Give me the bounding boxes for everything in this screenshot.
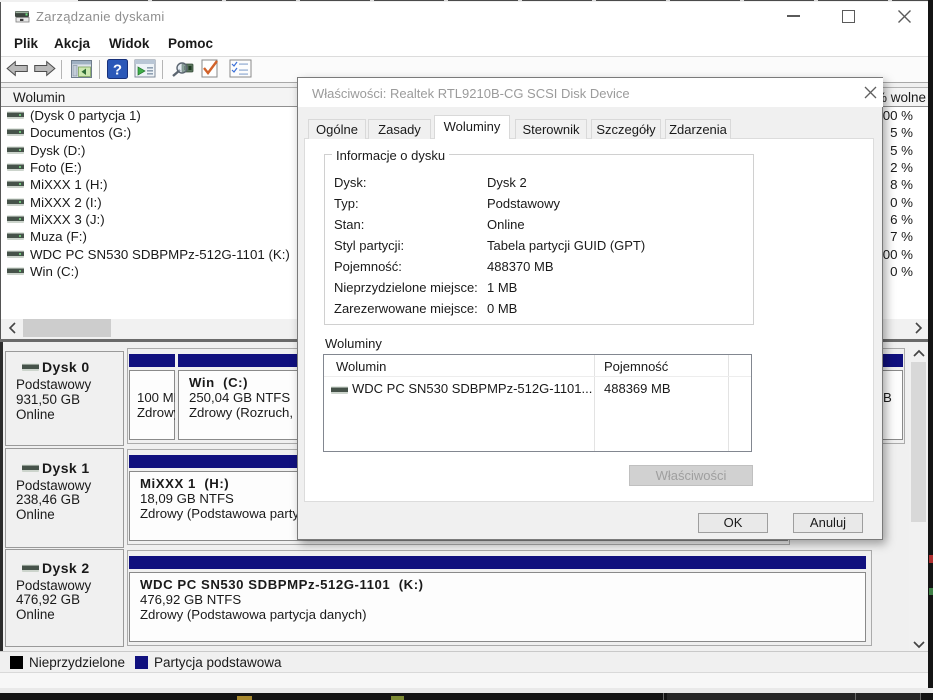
svg-text:?: ? [113,62,122,79]
